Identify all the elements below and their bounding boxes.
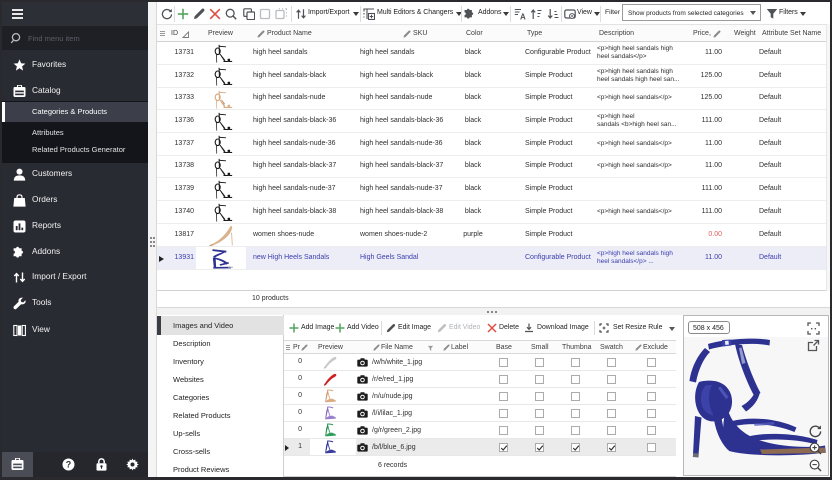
- svg-text:?: ?: [66, 460, 72, 470]
- svg-text:A: A: [520, 13, 526, 21]
